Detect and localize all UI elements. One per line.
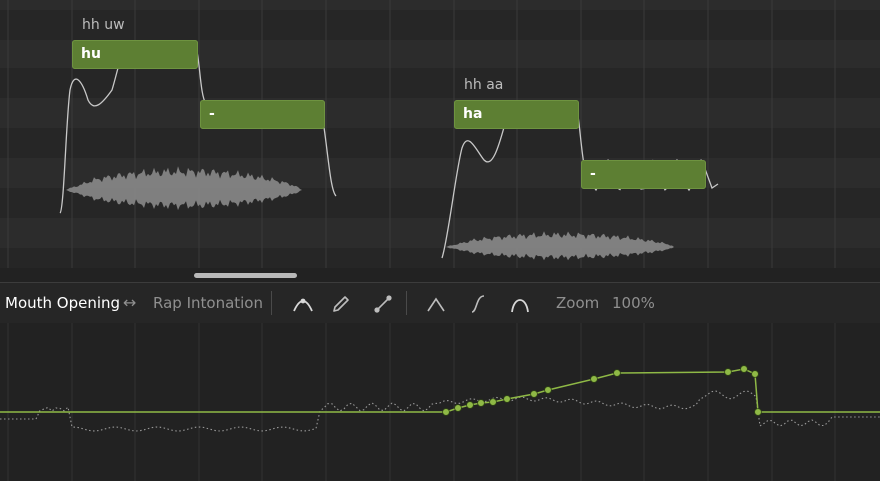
control-point <box>454 404 462 412</box>
control-point <box>590 375 598 383</box>
note-ha[interactable]: ha <box>454 100 579 129</box>
line-tool-icon[interactable] <box>372 293 394 315</box>
control-point <box>754 408 762 416</box>
s-curve-shape-icon[interactable] <box>467 293 489 315</box>
zoom-label: Zoom <box>556 294 600 312</box>
peak-shape-icon[interactable] <box>425 293 447 315</box>
control-point <box>613 369 621 377</box>
zoom-value[interactable]: 100% <box>612 294 655 312</box>
control-point <box>489 398 497 406</box>
arch-shape-icon[interactable] <box>509 293 531 315</box>
note-lyric: ha <box>463 106 483 122</box>
note-extension-2[interactable]: - <box>581 160 706 189</box>
note-lyric: - <box>209 106 215 122</box>
reference-curve <box>0 390 880 432</box>
piano-row <box>0 10 880 40</box>
piano-row <box>0 0 880 10</box>
toolbar-divider <box>271 291 272 315</box>
piano-row <box>0 218 880 248</box>
note-extension-1[interactable]: - <box>200 100 325 129</box>
control-point <box>530 390 538 398</box>
control-point <box>477 399 485 407</box>
horizontal-scrollbar-thumb[interactable] <box>194 273 297 278</box>
note-hu[interactable]: hu <box>72 40 198 69</box>
phoneme-label-hu: hh uw <box>82 17 125 33</box>
control-point <box>466 401 474 409</box>
control-point <box>442 408 450 416</box>
piano-row <box>0 128 880 158</box>
curve-select-icon[interactable] <box>292 293 314 315</box>
piano-row <box>0 98 880 128</box>
parameter-select-rap-intonation[interactable]: Rap Intonation <box>153 294 263 312</box>
swap-parameters-icon[interactable]: ↔ <box>123 294 136 312</box>
control-point <box>751 370 759 378</box>
note-lyric: - <box>590 166 596 182</box>
control-point <box>740 365 748 373</box>
note-lyric: hu <box>81 46 101 62</box>
toolbar-divider <box>406 291 407 315</box>
parameter-lane[interactable] <box>0 323 880 481</box>
parameter-canvas <box>0 323 880 481</box>
pencil-icon[interactable] <box>330 293 352 315</box>
phoneme-label-ha: hh aa <box>464 77 504 93</box>
piano-row <box>0 248 880 268</box>
parameter-toolbar: Mouth Opening ↔ Rap Intonation Zoom 100% <box>0 282 880 323</box>
horizontal-scroll-track[interactable] <box>0 268 880 282</box>
control-point <box>503 395 511 403</box>
control-point <box>544 386 552 394</box>
parameter-select-mouth-opening[interactable]: Mouth Opening <box>5 294 120 312</box>
piano-row <box>0 68 880 98</box>
control-point <box>724 368 732 376</box>
note-editor[interactable]: hh uw hu - hh aa ha - <box>0 0 880 268</box>
